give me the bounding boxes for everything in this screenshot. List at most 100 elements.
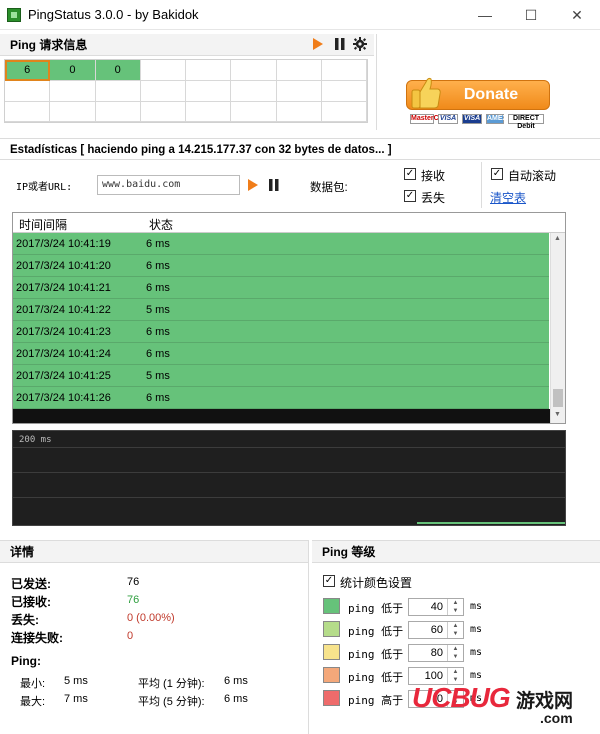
level-text-1: ping 低于 (348, 602, 404, 615)
level-swatch-1[interactable] (323, 598, 340, 614)
fail-label: 连接失败: (11, 631, 63, 645)
level-spinner-2[interactable]: 60 ▲ ▼ (408, 621, 464, 639)
row-status: 6 ms (146, 326, 170, 338)
levels-header: Ping 等级 (312, 541, 600, 563)
maximize-button[interactable]: ☐ (508, 0, 554, 30)
ping-grid-cell (95, 81, 141, 102)
watermark-cn: 游戏网 (516, 691, 574, 712)
avg5-label: 平均 (5 分钟): (138, 696, 205, 708)
column-header-time[interactable]: 时间间隔 (19, 216, 67, 233)
thumbs-up-icon (411, 77, 441, 109)
level-text-3: ping 低于 (348, 648, 404, 661)
row-status: 6 ms (146, 260, 170, 272)
gear-icon[interactable] (353, 37, 367, 51)
level-spinner-1[interactable]: 40 ▲ ▼ (408, 598, 464, 616)
table-row[interactable]: 2017/3/24 10:41:26 6 ms (13, 387, 549, 409)
row-time: 2017/3/24 10:41:23 (16, 326, 111, 338)
stat-color-checkbox[interactable]: ✓ (323, 575, 335, 587)
ping-grid-cell (276, 60, 322, 81)
level-swatch-4[interactable] (323, 667, 340, 683)
card-mastercard: MasterCard (410, 114, 450, 124)
graph-gridline (13, 497, 565, 498)
ping-grid-cell (5, 101, 51, 122)
level-text-2: ping 低于 (348, 625, 404, 638)
ping-grid-cell (321, 81, 367, 102)
received-count-label: 已接收: (11, 595, 51, 609)
sent-label: 已发送: (11, 577, 51, 591)
ping-grid-cell (321, 101, 367, 122)
table-row[interactable]: 2017/3/24 10:41:22 5 ms (13, 299, 549, 321)
row-status: 6 ms (146, 282, 170, 294)
level-spinner-3[interactable]: 80 ▲ ▼ (408, 644, 464, 662)
column-header-status[interactable]: 状态 (149, 216, 173, 233)
ping-grid-cell (5, 81, 51, 102)
level-text-5: ping 高于 (348, 694, 404, 707)
close-button[interactable]: ✕ (554, 0, 600, 30)
details-header: 详情 (0, 541, 308, 563)
scroll-up-icon[interactable]: ▲ (554, 235, 561, 242)
row-status: 6 ms (146, 348, 170, 360)
start-ping-icon[interactable] (247, 179, 259, 191)
level-swatch-2[interactable] (323, 621, 340, 637)
graph-scale-label: 200 ms (19, 435, 52, 445)
ping-log-table: 时间间隔 状态 2017/3/24 10:41:19 6 ms 2017/3/2… (12, 212, 566, 424)
pause-icon[interactable] (334, 38, 346, 50)
fail-value: 0 (127, 630, 134, 642)
scroll-down-icon[interactable]: ▼ (554, 411, 561, 418)
ping-grid-cell (186, 81, 232, 102)
card-direct-debit: DIRECT Debit (508, 114, 544, 130)
ping-grid-cell (231, 101, 277, 122)
level-swatch-5[interactable] (323, 690, 340, 706)
ping-grid-cell (276, 101, 322, 122)
received-value: 76 (127, 594, 140, 606)
row-time: 2017/3/24 10:41:24 (16, 348, 111, 360)
lost-label: 丢失 (421, 191, 446, 205)
lost-count-label: 丢失: (11, 613, 39, 627)
lost-checkbox[interactable]: ✓ (404, 190, 416, 202)
ping-grid-cell (50, 101, 96, 122)
minimize-button[interactable]: — (462, 0, 508, 30)
graph-gridline (13, 447, 565, 448)
pause-ping-icon[interactable] (268, 179, 280, 191)
details-panel: 详情 已发送: 76 已接收: 76 丢失: 0 (0.00%) 连接失败: 0… (0, 540, 309, 734)
level-swatch-3[interactable] (323, 644, 340, 660)
level-value-3: 80 (430, 647, 443, 659)
row-status: 6 ms (146, 238, 170, 250)
spinner-arrows-icon[interactable]: ▲ ▼ (447, 599, 463, 615)
row-status: 5 ms (146, 370, 170, 382)
level-text-4: ping 低于 (348, 671, 404, 684)
ip-input[interactable]: www.baidu.com (97, 175, 240, 195)
table-row[interactable]: 2017/3/24 10:41:24 6 ms (13, 343, 549, 365)
received-checkbox[interactable]: ✓ (404, 168, 416, 180)
autoscroll-checkbox[interactable]: ✓ (491, 168, 503, 180)
spinner-arrows-icon[interactable]: ▲ ▼ (447, 622, 463, 638)
table-row[interactable]: 2017/3/24 10:41:25 5 ms (13, 365, 549, 387)
table-row[interactable]: 2017/3/24 10:41:19 6 ms (13, 233, 549, 255)
ip-label: IP或者URL: (16, 182, 73, 193)
ping-grid-cell (276, 81, 322, 102)
spinner-arrows-icon[interactable]: ▲ ▼ (447, 645, 463, 661)
table-row-partial (13, 409, 550, 423)
max-value: 7 ms (64, 693, 88, 705)
ping-stats-label: Ping: (11, 654, 41, 668)
card-amex: AMEX (486, 114, 508, 124)
level-value-2: 60 (430, 624, 443, 636)
ping-grid-cell: 0 (50, 60, 96, 81)
options-divider (481, 162, 482, 208)
clear-table-link[interactable]: 清空表 (490, 189, 526, 206)
table-row[interactable]: 2017/3/24 10:41:21 6 ms (13, 277, 549, 299)
ping-grid-cell (95, 101, 141, 122)
table-scrollbar[interactable]: ▲ ▼ (550, 233, 565, 423)
stats-bar: Estadísticas [ haciendo ping a 14.215.17… (0, 138, 600, 160)
ping-info-title: Ping 请求信息 (10, 38, 88, 52)
table-row[interactable]: 2017/3/24 10:41:23 6 ms (13, 321, 549, 343)
row-status: 6 ms (146, 392, 170, 404)
ping-grid-cell (186, 60, 232, 81)
level-unit-3: ms (470, 647, 483, 658)
play-icon[interactable] (312, 38, 324, 50)
table-row[interactable]: 2017/3/24 10:41:20 6 ms (13, 255, 549, 277)
sent-value: 76 (127, 576, 140, 588)
graph-ping-line (417, 522, 565, 524)
scrollbar-thumb[interactable] (553, 389, 563, 407)
min-value: 5 ms (64, 675, 88, 687)
